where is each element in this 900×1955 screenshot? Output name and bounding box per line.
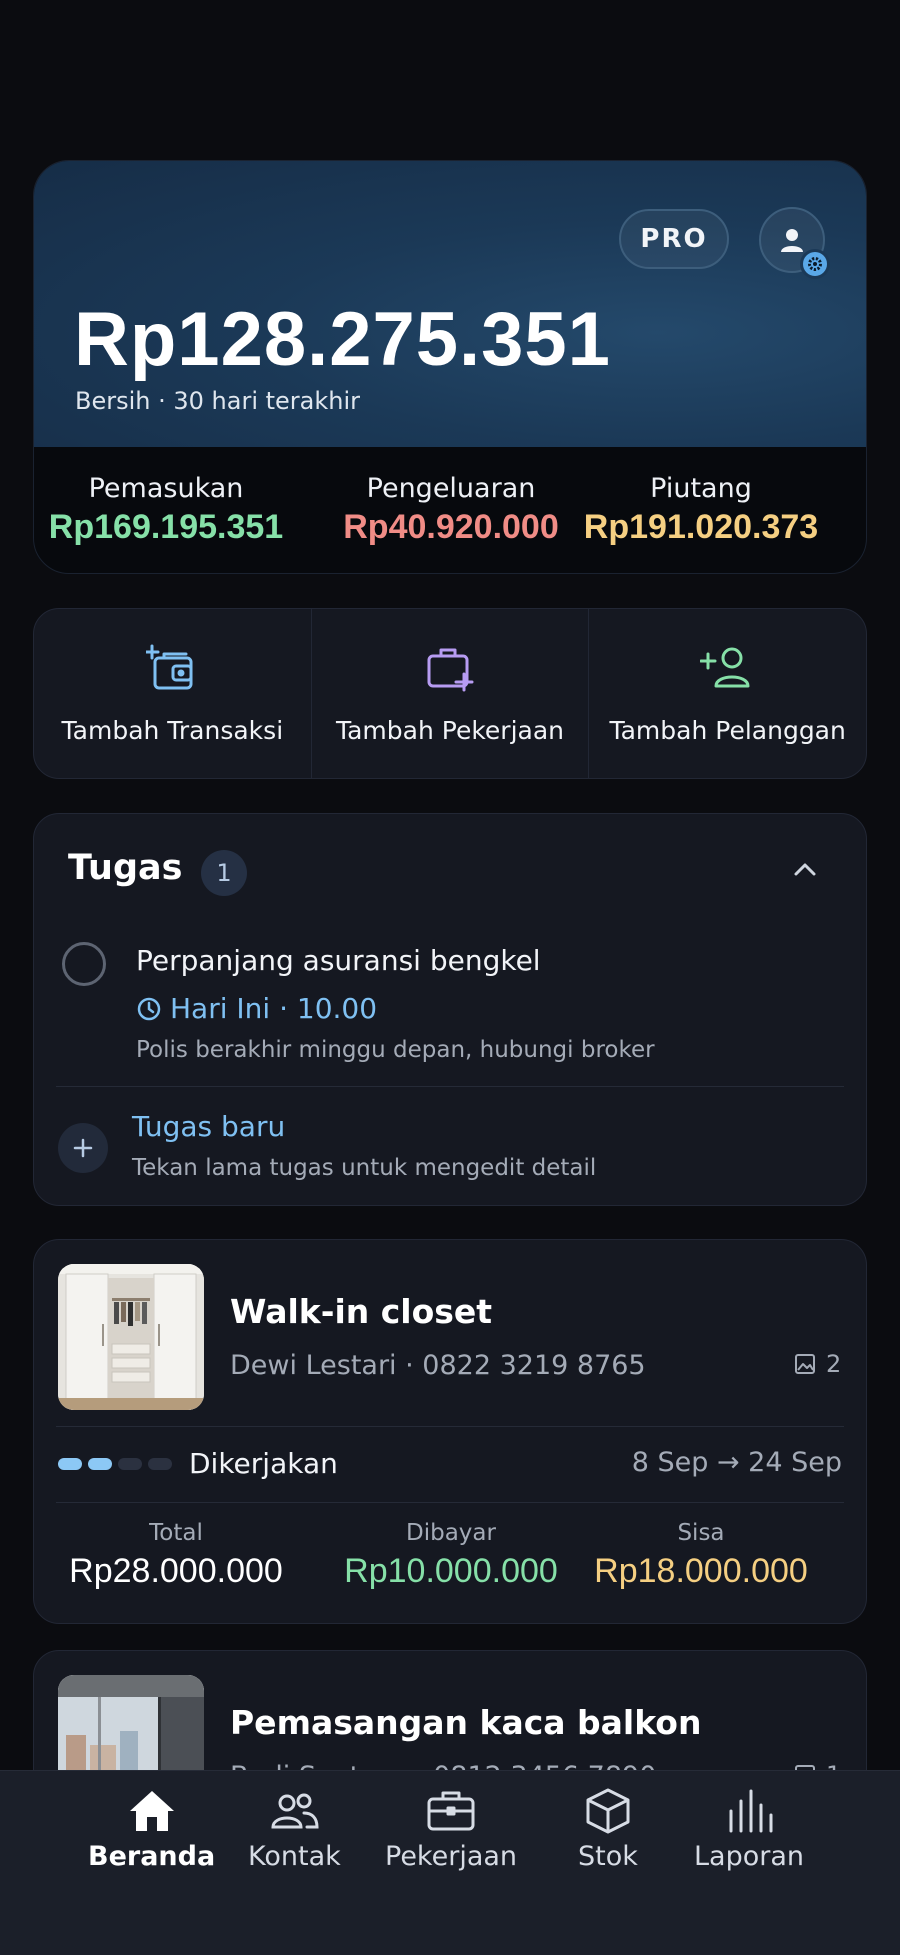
- divider: [56, 1086, 844, 1087]
- expense-value: Rp40.920.000: [343, 508, 559, 546]
- wallet-plus-icon: [146, 644, 193, 690]
- bar-chart-icon: [729, 1789, 773, 1833]
- plus-icon: [73, 1138, 93, 1158]
- add-task-button[interactable]: [58, 1123, 108, 1173]
- progress-step: [88, 1458, 112, 1470]
- job-thumbnail: [58, 1264, 204, 1410]
- progress-step: [118, 1458, 142, 1470]
- progress-step: [58, 1458, 82, 1470]
- task-title[interactable]: Perpanjang asuransi bengkel: [136, 944, 541, 977]
- bottom-navigation: Beranda Kontak Pekerjaan Stok Laporan: [0, 1770, 900, 1955]
- nav-stock-label: Stok: [578, 1841, 638, 1872]
- paid-label: Dibayar: [406, 1520, 496, 1546]
- add-transaction-label: Tambah Transaksi: [61, 716, 284, 745]
- nav-contacts-label: Kontak: [248, 1841, 341, 1872]
- nav-jobs[interactable]: Pekerjaan: [385, 1787, 517, 1872]
- progress-step: [148, 1458, 172, 1470]
- photo-count-value: 2: [826, 1350, 842, 1378]
- tasks-title: Tugas: [68, 848, 183, 888]
- net-caption: Bersih · 30 hari terakhir: [75, 387, 361, 415]
- clock-icon: [137, 997, 161, 1020]
- image-icon: [795, 1354, 815, 1374]
- income-value: Rp169.195.351: [48, 508, 284, 546]
- briefcase-plus-icon: [427, 648, 474, 692]
- paid-value: Rp10.000.000: [344, 1552, 558, 1590]
- income-stat[interactable]: Pemasukan Rp169.195.351: [36, 473, 296, 547]
- user-icon: [781, 229, 803, 252]
- tasks-count-badge: 1: [201, 850, 247, 896]
- task-time: Hari Ini · 10.00: [136, 992, 377, 1025]
- receivable-value: Rp191.020.373: [583, 508, 819, 546]
- add-customer-label: Tambah Pelanggan: [609, 716, 846, 745]
- job-customer: Dewi Lestari · 0822 3219 8765: [230, 1350, 646, 1381]
- nav-jobs-label: Pekerjaan: [385, 1841, 518, 1872]
- nav-reports-label: Laporan: [694, 1841, 805, 1872]
- status-progress: [58, 1458, 172, 1470]
- new-task-link[interactable]: Tugas baru: [132, 1110, 285, 1143]
- pro-badge[interactable]: PRO: [619, 209, 729, 269]
- add-customer-button[interactable]: Tambah Pelanggan: [589, 609, 866, 778]
- remaining-label: Sisa: [677, 1520, 725, 1546]
- task-checkbox[interactable]: [62, 942, 106, 986]
- briefcase-icon: [427, 1791, 475, 1831]
- total-amount: Total Rp28.000.000: [46, 1520, 306, 1591]
- nav-home-label: Beranda: [88, 1841, 216, 1872]
- balance-card: PRO Rp128.275.351 Bersih · 30 hari terak…: [33, 160, 867, 574]
- receivable-stat[interactable]: Piutang Rp191.020.373: [571, 473, 831, 547]
- quick-actions: Tambah Transaksi Tambah Pekerjaan Tambah…: [33, 608, 867, 779]
- user-plus-icon: [699, 647, 750, 688]
- add-transaction-button[interactable]: Tambah Transaksi: [34, 609, 312, 778]
- total-value: Rp28.000.000: [69, 1552, 283, 1590]
- status-label: Dikerjakan: [189, 1447, 338, 1480]
- nav-reports[interactable]: Laporan: [694, 1787, 804, 1872]
- home-icon: [129, 1791, 174, 1831]
- job-dates: 8 Sep → 24 Sep: [631, 1447, 842, 1478]
- divider: [56, 1502, 844, 1503]
- divider: [56, 1426, 844, 1427]
- remaining-value: Rp18.000.000: [594, 1552, 808, 1590]
- box-icon: [586, 1788, 630, 1834]
- photo-count: 2: [794, 1350, 841, 1378]
- contacts-icon: [271, 1793, 319, 1829]
- job-card[interactable]: Walk-in closet Dewi Lestari · 0822 3219 …: [33, 1239, 867, 1624]
- add-job-label: Tambah Pekerjaan: [335, 716, 565, 745]
- total-label: Total: [149, 1520, 203, 1546]
- chevron-up-icon[interactable]: [792, 856, 818, 882]
- job-title: Walk-in closet: [230, 1292, 493, 1331]
- tasks-card: Tugas 1 Perpanjang asuransi bengkel Hari…: [33, 813, 867, 1206]
- task-note: Polis berakhir minggu depan, hubungi bro…: [136, 1037, 655, 1063]
- nav-stock[interactable]: Stok: [578, 1787, 638, 1872]
- receivable-label: Piutang: [650, 473, 752, 504]
- nav-contacts[interactable]: Kontak: [248, 1787, 341, 1872]
- paid-amount: Dibayar Rp10.000.000: [321, 1520, 581, 1591]
- expense-stat[interactable]: Pengeluaran Rp40.920.000: [321, 473, 581, 547]
- remaining-amount: Sisa Rp18.000.000: [571, 1520, 831, 1591]
- add-job-button[interactable]: Tambah Pekerjaan: [312, 609, 590, 778]
- nav-home[interactable]: Beranda: [88, 1787, 215, 1872]
- task-time-text: Hari Ini · 10.00: [170, 992, 378, 1025]
- expense-label: Pengeluaran: [366, 473, 536, 504]
- income-label: Pemasukan: [88, 473, 244, 504]
- settings-gear-icon: [800, 249, 830, 279]
- job-title: Pemasangan kaca balkon: [230, 1703, 702, 1742]
- new-task-hint: Tekan lama tugas untuk mengedit detail: [132, 1155, 597, 1181]
- net-amount: Rp128.275.351: [74, 297, 611, 382]
